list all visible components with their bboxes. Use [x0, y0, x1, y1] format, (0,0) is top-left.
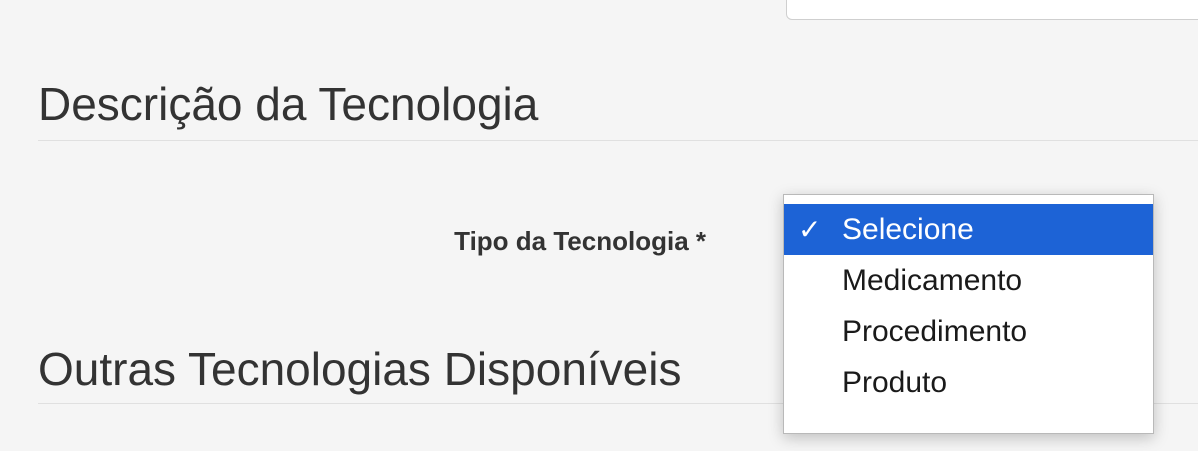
dropdown-option-medicamento[interactable]: Medicamento: [784, 255, 1153, 306]
option-label: Selecione: [842, 213, 974, 246]
dropdown-option-produto[interactable]: Produto: [784, 357, 1153, 408]
dropdown-option-selecione[interactable]: ✓ Selecione: [784, 204, 1153, 255]
section-title-descricao: Descrição da Tecnologia: [38, 78, 539, 130]
dropdown-option-procedimento[interactable]: Procedimento: [784, 306, 1153, 357]
section-title-outras-tecnologias: Outras Tecnologias Disponíveis: [38, 343, 682, 395]
checkmark-icon: ✓: [798, 214, 822, 245]
option-label: Procedimento: [842, 315, 1028, 348]
tipo-tecnologia-label: Tipo da Tecnologia *: [454, 226, 706, 256]
option-label: Medicamento: [842, 264, 1023, 297]
section-divider: [38, 140, 1198, 141]
option-label: Produto: [842, 366, 948, 399]
tipo-tecnologia-dropdown-menu[interactable]: ✓ Selecione Medicamento Procedimento Pro…: [783, 194, 1154, 434]
previous-input-field[interactable]: [786, 0, 1198, 20]
